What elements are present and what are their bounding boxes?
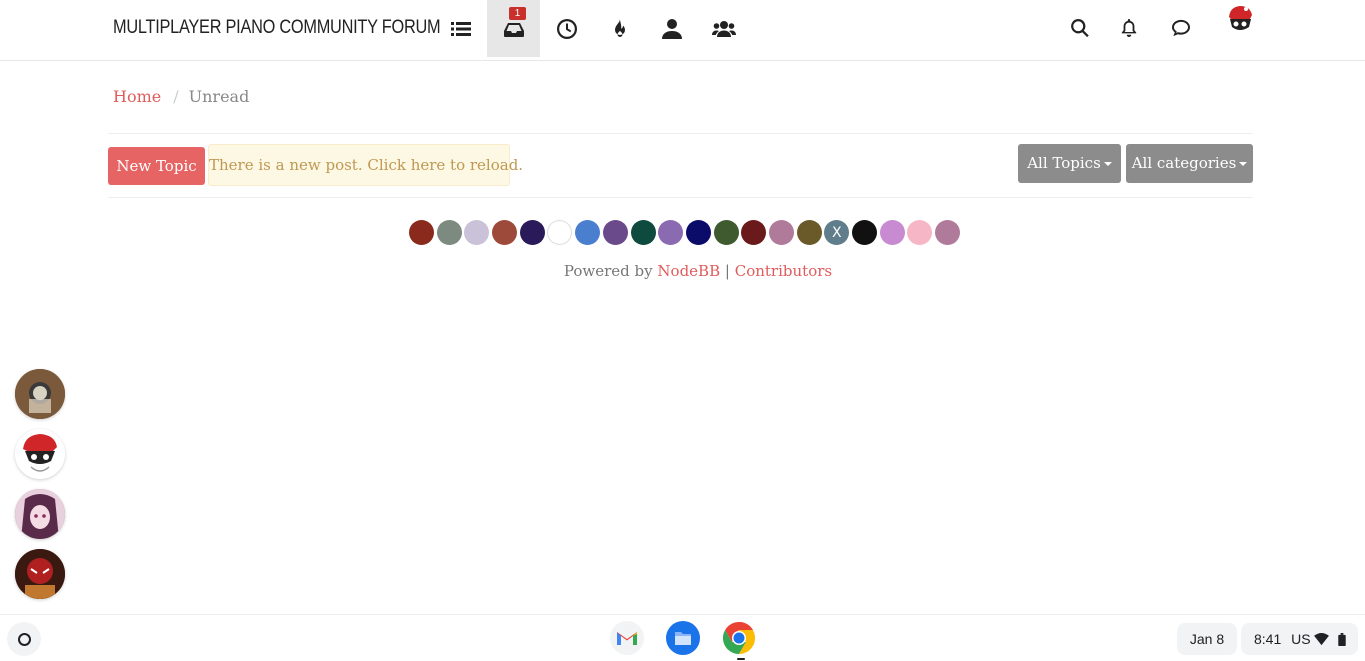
nav-categories-button[interactable] — [434, 0, 487, 57]
inbox-icon — [503, 22, 524, 37]
all-topics-dropdown[interactable]: All Topics — [1018, 144, 1121, 183]
clock-icon — [556, 18, 577, 39]
comment-icon — [1172, 19, 1190, 37]
contributor-avatar[interactable] — [575, 220, 601, 245]
footer-pipe: | — [724, 262, 730, 280]
all-topics-label: All Topics — [1027, 154, 1101, 172]
list-icon — [450, 21, 471, 36]
avatar-image — [15, 429, 65, 479]
contributor-avatar[interactable] — [547, 220, 573, 245]
contributor-avatars: X — [409, 220, 963, 245]
chrome-icon — [722, 621, 756, 655]
new-post-alert[interactable]: There is a new post. Click here to reloa… — [208, 144, 523, 186]
chat-avatar[interactable] — [15, 489, 65, 539]
unread-count-badge: 1 — [509, 7, 526, 20]
avatar-image — [1229, 6, 1252, 30]
contributor-avatar[interactable] — [935, 220, 961, 245]
new-topic-button[interactable]: New Topic — [108, 147, 205, 185]
contributor-avatar[interactable] — [409, 220, 434, 245]
status-tray[interactable]: 8:41 US — [1241, 623, 1358, 655]
avatar-image — [15, 369, 65, 419]
contributor-avatar[interactable] — [741, 220, 767, 245]
contributor-avatar[interactable] — [658, 220, 684, 245]
nav-groups-button[interactable] — [697, 0, 750, 57]
os-shelf: Jan 8 8:41 US — [0, 614, 1365, 661]
search-button[interactable] — [1062, 10, 1098, 46]
powered-by-footer: Powered by NodeBB | Contributors — [0, 261, 1365, 281]
contributor-avatar[interactable] — [492, 220, 518, 245]
active-app-indicator — [737, 658, 745, 660]
battery-icon — [1338, 633, 1346, 646]
notifications-button[interactable] — [1111, 10, 1147, 46]
files-icon — [666, 621, 700, 655]
breadcrumb: Home / Unread — [113, 86, 249, 108]
contributor-avatar[interactable] — [907, 220, 933, 245]
contributors-link[interactable]: Contributors — [735, 262, 832, 280]
search-icon — [1071, 19, 1089, 37]
contributor-avatar[interactable] — [436, 220, 462, 245]
breadcrumb-current: Unread — [188, 87, 250, 106]
date-tray[interactable]: Jan 8 — [1177, 623, 1237, 655]
nav-recent-button[interactable] — [540, 0, 593, 57]
time-label: 8:41 — [1254, 631, 1282, 647]
nav-users-button[interactable] — [645, 0, 698, 57]
contributor-avatar[interactable] — [879, 220, 905, 245]
chat-avatar[interactable] — [15, 429, 65, 479]
contributor-avatar[interactable] — [796, 220, 822, 245]
fire-icon — [614, 18, 625, 37]
contributor-avatar[interactable] — [519, 220, 545, 245]
all-categories-dropdown[interactable]: All categories — [1126, 144, 1253, 183]
chat-avatar[interactable] — [15, 369, 65, 419]
breadcrumb-home-link[interactable]: Home — [113, 87, 161, 106]
powered-by-text: Powered by — [563, 262, 653, 280]
divider-bottom — [108, 197, 1253, 198]
nav-unread-button[interactable]: 1 — [487, 0, 540, 57]
contributor-avatar[interactable] — [630, 220, 656, 245]
wifi-icon — [1314, 633, 1329, 646]
gmail-app[interactable] — [610, 621, 644, 655]
caret-down-icon — [1103, 162, 1112, 166]
caret-down-icon — [1239, 162, 1248, 166]
bell-icon — [1121, 19, 1137, 37]
contributor-avatar[interactable] — [768, 220, 794, 245]
contributor-avatar[interactable] — [602, 220, 628, 245]
chats-button[interactable] — [1163, 10, 1199, 46]
chat-avatar[interactable] — [15, 549, 65, 599]
users-icon — [711, 20, 736, 37]
launcher-circle-icon — [17, 632, 31, 646]
breadcrumb-separator: / — [173, 87, 179, 106]
user-avatar[interactable] — [1226, 5, 1254, 35]
top-navbar: MULTIPLAYER PIANO COMMUNITY FORUM 1 — [0, 0, 1365, 61]
date-label: Jan 8 — [1189, 631, 1225, 647]
chrome-app[interactable] — [722, 621, 756, 655]
divider-top — [108, 133, 1253, 134]
all-categories-label: All categories — [1131, 154, 1237, 172]
gmail-icon — [610, 621, 644, 655]
contributor-avatar[interactable] — [464, 220, 490, 245]
user-icon — [661, 18, 682, 39]
contributor-letter-avatar[interactable]: X — [824, 220, 850, 245]
avatar-image — [15, 549, 65, 599]
contributor-avatar[interactable] — [685, 220, 711, 245]
files-app[interactable] — [666, 621, 700, 655]
locale-label: US — [1291, 631, 1311, 647]
nav-popular-button[interactable] — [593, 0, 646, 57]
contributor-avatar[interactable] — [713, 220, 739, 245]
nodebb-link[interactable]: NodeBB — [657, 262, 720, 280]
forum-brand[interactable]: MULTIPLAYER PIANO COMMUNITY FORUM — [113, 14, 441, 42]
avatar-image — [15, 489, 65, 539]
launcher-button[interactable] — [7, 622, 41, 656]
contributor-avatar[interactable] — [852, 220, 877, 245]
